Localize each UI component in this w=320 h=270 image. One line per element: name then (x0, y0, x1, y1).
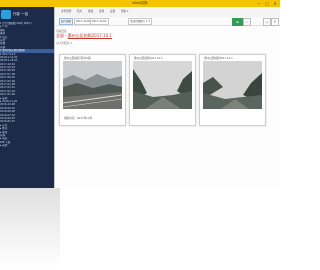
list-view-button[interactable]: ☰ (271, 18, 279, 26)
photo-card-title: 惠州山区拍照2017.10.1 (134, 57, 163, 60)
logo-icon (1, 10, 11, 19)
photo-card-title: 惠州山区拍照 雨中公路 (64, 57, 91, 60)
menu-file[interactable]: 文件管理 (61, 9, 71, 15)
photo-count[interactable]: (共3张照片) ▾ (56, 41, 72, 45)
photo-card-title: 惠州山区拍照2017.10.1 (204, 57, 233, 60)
window-title: Walk切换 (132, 1, 148, 5)
tab-photo-view[interactable]: 照片视图 (59, 18, 74, 25)
breadcrumb-current[interactable]: 惠州山区拍照2017.10.1 (68, 33, 112, 38)
window-view-button[interactable]: ◳ (263, 18, 271, 26)
tab-activity-photos[interactable]: 活动行摄照片 1 ✕ (128, 18, 153, 25)
title-bar: Walk切换 — □ ✕ (0, 0, 280, 7)
window-shadow (0, 188, 60, 268)
maximize-button[interactable]: □ (263, 0, 271, 7)
tab-bar: 照片视图 2017-10-01 2017-10-02 活动行摄照片 1 ✕ ⊞ … (55, 17, 280, 26)
breadcrumb-separator: › (65, 33, 67, 38)
breadcrumb: 全部›惠州山区拍照2017.10.1 (56, 33, 112, 38)
logo-text: 行影 一站 (13, 12, 29, 16)
main-content: 当前目录： 全部›惠州山区拍照2017.10.1 (共3张照片) ▾ 惠州山区拍… (55, 26, 280, 188)
menu-help[interactable]: 帮助 ▾ (121, 9, 128, 15)
menu-video[interactable]: 视频 (88, 9, 93, 15)
tab-2017-10-02[interactable]: 2017-10-02 (90, 18, 109, 25)
close-button[interactable]: ✕ (271, 0, 279, 7)
photo-card[interactable]: 惠州山区拍照 雨中公路 拍照时间：2017年10月 (59, 54, 126, 126)
grid-view-button[interactable]: ⊞ (232, 18, 243, 26)
menu-other[interactable]: 其他 (99, 9, 104, 15)
photo-thumbnail[interactable] (133, 61, 192, 109)
photo-card[interactable]: 惠州山区拍照2017.10.1 (129, 54, 196, 126)
minimize-button[interactable]: — (255, 0, 263, 7)
photo-thumbnail[interactable] (203, 61, 262, 109)
select-button[interactable]: ✓ (243, 18, 251, 26)
breadcrumb-root[interactable]: 全部 (56, 33, 64, 38)
photo-card[interactable]: 惠州山区拍照2017.10.1 (199, 54, 266, 126)
photo-card-caption: 拍照时间：2017年10月 (64, 117, 93, 120)
menu-settings[interactable]: 设置 (110, 9, 115, 15)
folder-tree: ▾ 乐行线路数(14种) 8/9(1) ▸ 广州 城区 番禺 ▾ 白云 从化 增… (0, 22, 54, 147)
app-window: Walk切换 — □ ✕ 行影 一站 ▾ 乐行线路数(14种) 8/9(1) ▸… (0, 0, 280, 188)
photo-thumbnail[interactable] (63, 61, 122, 109)
app-logo: 行影 一站 (1, 9, 35, 20)
sidebar: 行影 一站 ▾ 乐行线路数(14种) 8/9(1) ▸ 广州 城区 番禺 ▾ 白… (0, 7, 54, 188)
menu-photo[interactable]: 照片 (77, 9, 82, 15)
tree-item[interactable]: ▸ 其他 (0, 144, 54, 147)
